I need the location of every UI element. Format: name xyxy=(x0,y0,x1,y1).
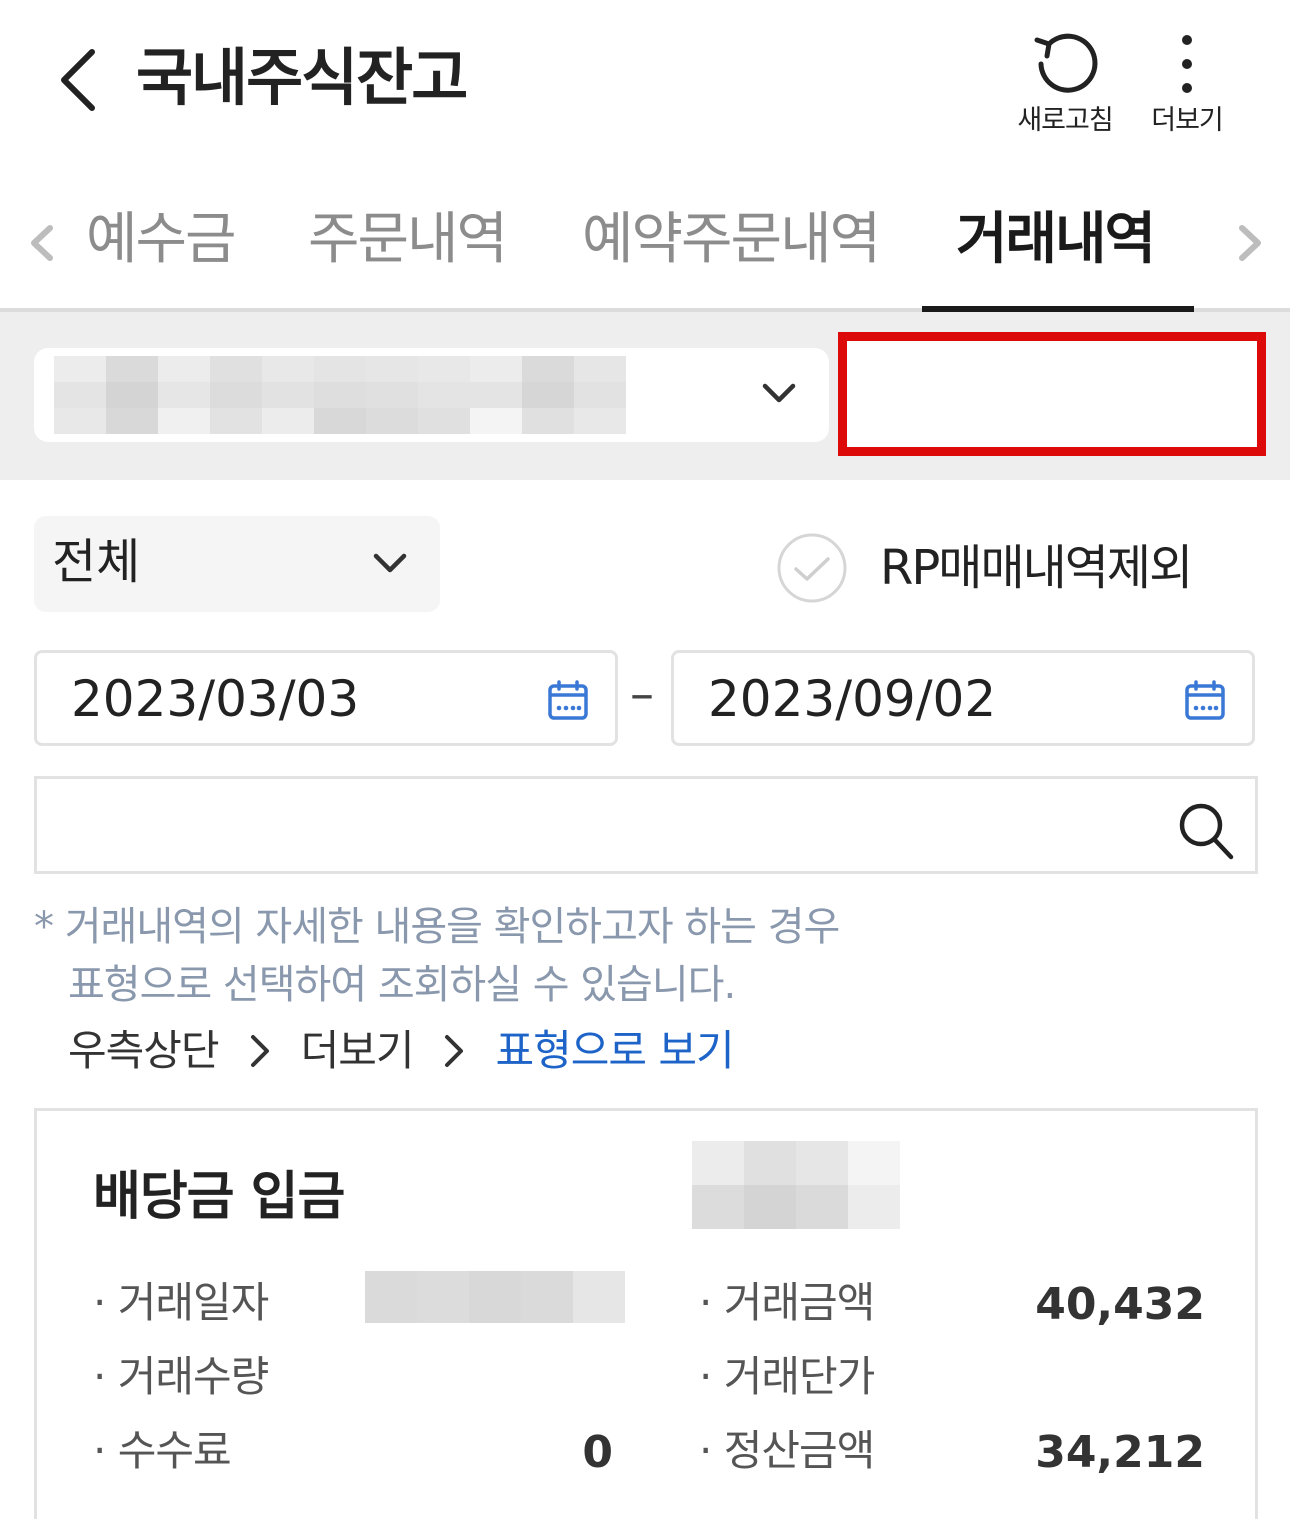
refresh-label: 새로고침 xyxy=(1017,105,1113,136)
transaction-title: 배당금 입금 xyxy=(93,1167,345,1227)
transaction-type-select[interactable]: 전체 xyxy=(34,516,440,612)
rp-exclude-checkbox[interactable] xyxy=(776,532,848,604)
start-date-value: 2023/03/03 xyxy=(71,670,360,728)
highlight-box xyxy=(838,332,1266,456)
account-bar xyxy=(0,312,1290,480)
chevron-left-icon xyxy=(61,49,95,111)
tab-reserved-orders[interactable]: 예약주문내역 xyxy=(582,200,881,280)
chevron-down-icon xyxy=(370,548,410,580)
refresh-icon xyxy=(1034,33,1098,93)
page-title: 국내주식잔고 xyxy=(136,41,468,114)
trade-amount-label: · 거래금액 xyxy=(699,1278,875,1327)
search-field[interactable] xyxy=(34,776,1258,874)
transaction-type-value: 전체 xyxy=(52,534,141,590)
tab-deposit[interactable]: 예수금 xyxy=(86,200,237,280)
end-date-field[interactable]: 2023/09/02 xyxy=(671,650,1255,746)
settlement-value: 34,212 xyxy=(1035,1427,1205,1478)
notice-line-2: 표형으로 선택하여 조회하실 수 있습니다. xyxy=(68,962,736,1008)
stock-name-redacted xyxy=(692,1141,900,1229)
check-circle-icon xyxy=(777,533,847,603)
refresh-button[interactable]: 새로고침 xyxy=(1010,30,1120,137)
end-date-value: 2023/09/02 xyxy=(708,670,997,728)
account-select[interactable] xyxy=(34,348,829,442)
fee-value: 0 xyxy=(582,1427,613,1478)
settlement-label: · 정산금액 xyxy=(699,1426,875,1475)
chevron-right-icon xyxy=(1239,225,1261,261)
chevron-down-icon xyxy=(759,378,799,410)
start-date-field[interactable]: 2023/03/03 xyxy=(34,650,618,746)
path-step-more: 더보기 xyxy=(300,1026,415,1075)
notice-text: * 거래내역의 자세한 내용을 확인하고자 하는 경우 표형으로 선택하여 조회… xyxy=(34,898,841,1014)
tab-transactions[interactable]: 거래내역 xyxy=(956,200,1156,280)
menu-path: 우측상단 더보기 표형으로 보기 xyxy=(68,1022,735,1080)
tab-bar: 예수금 주문내역 예약주문내역 거래내역 xyxy=(0,180,1290,312)
account-number-redacted xyxy=(54,356,626,434)
back-button[interactable] xyxy=(52,44,112,116)
trade-date-redacted xyxy=(365,1271,625,1323)
more-label: 더보기 xyxy=(1151,105,1224,136)
fee-label: · 수수료 xyxy=(93,1426,232,1475)
calendar-icon[interactable] xyxy=(547,679,589,721)
trade-quantity-label: · 거래수량 xyxy=(93,1352,269,1401)
date-range-separator: – xyxy=(630,666,654,722)
tab-order-history[interactable]: 주문내역 xyxy=(308,200,508,280)
tab-scroll-right[interactable] xyxy=(1232,218,1268,268)
more-vertical-icon xyxy=(1182,35,1192,93)
chevron-right-icon xyxy=(445,1035,464,1067)
chevron-left-icon xyxy=(31,225,53,261)
trade-date-label: · 거래일자 xyxy=(93,1278,269,1327)
table-view-link[interactable]: 표형으로 보기 xyxy=(495,1022,734,1080)
rp-exclude-label[interactable]: RP매매내역제외 xyxy=(880,532,1193,604)
more-button[interactable]: 더보기 xyxy=(1132,30,1242,137)
search-icon[interactable] xyxy=(1177,801,1235,861)
trade-amount-value: 40,432 xyxy=(1035,1279,1205,1330)
tab-scroll-left[interactable] xyxy=(24,218,60,268)
notice-asterisk: * xyxy=(34,904,54,950)
calendar-icon[interactable] xyxy=(1184,679,1226,721)
transaction-card[interactable]: 배당금 입금 · 거래일자 · 거래수량 · 수수료 0 · 거래금액 40,4… xyxy=(34,1108,1258,1519)
search-input[interactable] xyxy=(57,793,1157,857)
notice-line-1: 거래내역의 자세한 내용을 확인하고자 하는 경우 xyxy=(64,904,841,950)
unit-price-label: · 거래단가 xyxy=(699,1352,875,1401)
path-step-top-right: 우측상단 xyxy=(68,1026,220,1075)
chevron-right-icon xyxy=(250,1035,269,1067)
